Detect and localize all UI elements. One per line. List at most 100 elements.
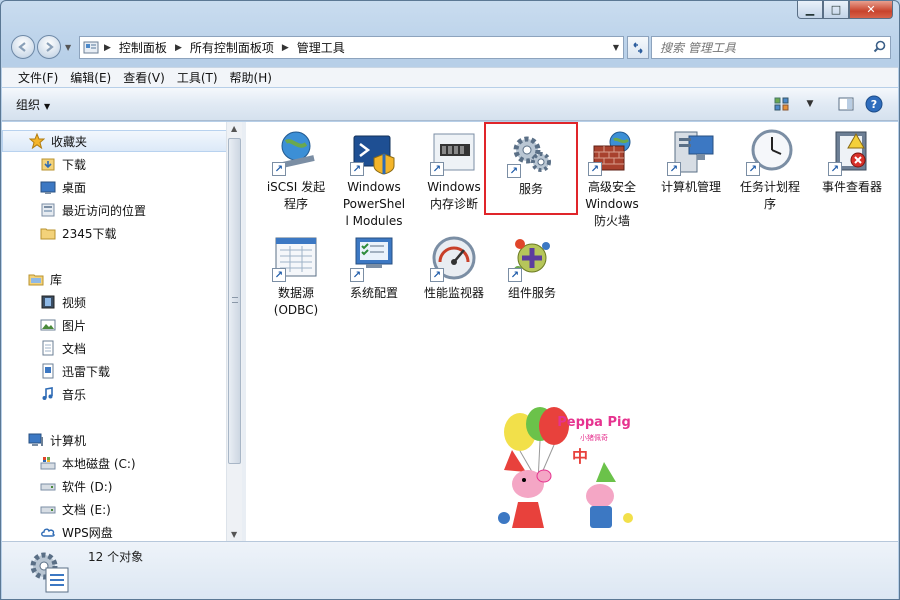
- refresh-icon: [633, 41, 643, 54]
- system-drive-icon: [40, 455, 56, 471]
- nav-favorites[interactable]: 收藏夹: [2, 130, 228, 152]
- menu-file[interactable]: 文件(F): [12, 69, 64, 86]
- nav-item-label: 下载: [62, 157, 87, 172]
- nav-item-recent-places[interactable]: 最近访问的位置: [2, 199, 228, 221]
- item-event-viewer[interactable]: ↗ 事件查看器: [810, 128, 894, 196]
- cloud-icon: [40, 524, 56, 540]
- help-button[interactable]: ?: [864, 95, 884, 113]
- nav-item-desktop[interactable]: 桌面: [2, 176, 228, 198]
- menu-help[interactable]: 帮助(H): [224, 69, 278, 86]
- change-view-button[interactable]: [772, 95, 792, 113]
- nav-item-pictures[interactable]: 图片: [2, 314, 228, 336]
- nav-item-downloads[interactable]: 下载: [2, 153, 228, 175]
- item-task-scheduler[interactable]: ↗ 任务计划程 序: [730, 128, 810, 213]
- nav-item-thunder-downloads[interactable]: 迅雷下载: [2, 360, 228, 382]
- nav-item-label: 图片: [62, 318, 87, 333]
- item-firewall[interactable]: ↗ 高级安全 Windows 防火墙: [572, 128, 652, 230]
- item-label: 数据源 (ODBC): [273, 286, 319, 317]
- address-history-dropdown-icon[interactable]: ▼: [613, 43, 619, 52]
- nav-item-drive-c[interactable]: 本地磁盘 (C:): [2, 452, 228, 474]
- nav-scrollbar[interactable]: ▲ ▼: [226, 122, 242, 541]
- nav-item-label: 音乐: [62, 387, 87, 402]
- nav-item-label: 桌面: [62, 180, 87, 195]
- address-bar[interactable]: ▶ 控制面板 ▶ 所有控制面板项 ▶ 管理工具 ▼: [79, 36, 624, 59]
- nav-item-wps-cloud[interactable]: WPS网盘: [2, 521, 228, 541]
- search-icon[interactable]: [868, 40, 890, 56]
- item-component-services[interactable]: ↗ 组件服务: [492, 234, 572, 302]
- search-box[interactable]: [651, 36, 891, 59]
- item-services[interactable]: ↗ 服务: [484, 122, 578, 215]
- item-system-configuration[interactable]: ↗ 系统配置: [334, 234, 414, 302]
- breadcrumb-separator[interactable]: ▶: [175, 43, 182, 53]
- view-grid-icon: [774, 97, 789, 111]
- thumb-grip: [232, 297, 238, 303]
- item-computer-management[interactable]: ↗ 计算机管理: [650, 128, 732, 196]
- item-label: 系统配置: [349, 286, 398, 300]
- svg-text:?: ?: [871, 98, 877, 111]
- minimize-button[interactable]: ▁: [797, 1, 823, 19]
- nav-item-drive-e[interactable]: 文档 (E:): [2, 498, 228, 520]
- item-iscsi-initiator[interactable]: ↗ iSCSI 发起 程序: [256, 128, 336, 213]
- event-viewer-icon: ↗: [828, 128, 876, 176]
- item-performance-monitor[interactable]: ↗ 性能监视器: [414, 234, 494, 302]
- nav-item-2345-downloads[interactable]: 2345下载: [2, 222, 228, 244]
- peppa-dress: [512, 502, 544, 528]
- breadcrumb-separator[interactable]: ▶: [282, 43, 289, 53]
- nav-item-label: 视频: [62, 295, 87, 310]
- menu-view[interactable]: 查看(V): [117, 69, 171, 86]
- folder-icon: [40, 225, 56, 241]
- computer-icon: [28, 432, 44, 448]
- nav-item-drive-d[interactable]: 软件 (D:): [2, 475, 228, 497]
- nav-item-music[interactable]: 音乐: [2, 383, 228, 405]
- item-label: 服务: [518, 182, 543, 196]
- nav-libraries[interactable]: 库: [2, 268, 228, 290]
- forward-button[interactable]: [37, 35, 61, 59]
- breadcrumb-separator[interactable]: ▶: [104, 43, 111, 53]
- preview-pane-button[interactable]: [836, 95, 856, 113]
- refresh-button[interactable]: [627, 36, 649, 59]
- nav-favorites-label: 收藏夹: [51, 134, 88, 149]
- organize-button[interactable]: 组织 ▼: [16, 96, 50, 113]
- party-hat-right: [596, 462, 616, 482]
- shortcut-arrow-icon: ↗: [430, 268, 444, 282]
- view-options-dropdown-icon[interactable]: ▼: [800, 95, 820, 113]
- nav-item-documents[interactable]: 文档: [2, 337, 228, 359]
- menu-tools[interactable]: 工具(T): [171, 69, 224, 86]
- system-config-icon: ↗: [350, 234, 398, 282]
- item-odbc-data-sources[interactable]: ↗ 数据源 (ODBC): [256, 234, 336, 319]
- zhong-char: 中: [572, 447, 588, 466]
- menu-edit[interactable]: 编辑(E): [64, 69, 117, 86]
- breadcrumb-control-panel[interactable]: 控制面板: [119, 39, 167, 56]
- nav-libraries-label: 库: [50, 272, 63, 287]
- peppa-pig-watermark: Peppa Pig 小猪佩奇 中: [498, 407, 633, 528]
- item-label: 任务计划程 序: [739, 180, 800, 211]
- item-label: 事件查看器: [821, 180, 882, 194]
- breadcrumb-all-items[interactable]: 所有控制面板项: [190, 39, 274, 56]
- scroll-thumb[interactable]: [228, 138, 241, 464]
- item-powershell-modules[interactable]: ↗ Windows PowerShel l Modules: [334, 128, 414, 230]
- odbc-icon: ↗: [272, 234, 320, 282]
- explorer-window: ▁ □ ✕ ▼ ▶ 控制面板 ▶ 所有控制面板项 ▶ 管理工具 ▼ 搜索 管理工…: [0, 0, 900, 600]
- services-gear-icon: ↗: [507, 130, 555, 178]
- nav-item-videos[interactable]: 视频: [2, 291, 228, 313]
- close-button[interactable]: ✕: [849, 1, 893, 19]
- chevron-down-icon: ▼: [44, 102, 51, 111]
- menu-bar: 文件(F) 编辑(E) 查看(V) 工具(T) 帮助(H): [2, 67, 898, 87]
- breadcrumb-admin-tools[interactable]: 管理工具: [297, 39, 345, 56]
- item-label: Windows 内存诊断: [427, 180, 481, 211]
- nav-computer[interactable]: 计算机: [2, 429, 228, 451]
- search-input[interactable]: [652, 37, 868, 58]
- maximize-button[interactable]: □: [823, 1, 849, 19]
- documents-library-icon: [40, 340, 56, 356]
- back-button[interactable]: [11, 35, 35, 59]
- george-head: [586, 484, 614, 508]
- shortcut-arrow-icon: ↗: [272, 268, 286, 282]
- file-list: ↗ iSCSI 发起 程序 ↗ Windows PowerShel l Modu…: [246, 122, 898, 541]
- recent-pages-dropdown-icon[interactable]: ▼: [65, 43, 71, 52]
- item-memory-diagnostic[interactable]: ↗ Windows 内存诊断: [414, 128, 494, 213]
- nav-item-label: 最近访问的位置: [62, 203, 147, 218]
- nav-item-label: 软件 (D:): [62, 479, 113, 494]
- pictures-library-icon: [40, 317, 56, 333]
- scroll-down-icon[interactable]: ▼: [231, 530, 237, 539]
- scroll-up-icon[interactable]: ▲: [231, 124, 237, 133]
